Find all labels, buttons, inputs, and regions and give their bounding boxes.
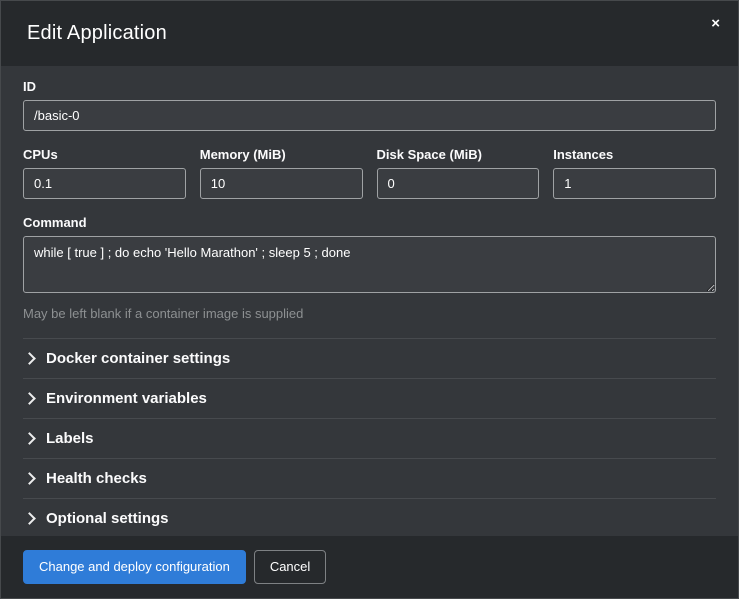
chevron-right-icon (23, 392, 36, 405)
command-help-text: May be left blank if a container image i… (23, 306, 716, 321)
section-optional-settings[interactable]: Optional settings (23, 498, 716, 536)
cpus-input[interactable] (23, 168, 186, 199)
section-label: Optional settings (46, 510, 169, 527)
cancel-button[interactable]: Cancel (254, 550, 326, 584)
memory-label: Memory (MiB) (200, 147, 363, 162)
disk-space-input[interactable] (377, 168, 540, 199)
id-label: ID (23, 79, 716, 94)
section-docker-container-settings[interactable]: Docker container settings (23, 338, 716, 378)
section-label: Health checks (46, 470, 147, 487)
modal-footer: Change and deploy configuration Cancel (1, 536, 738, 598)
section-label: Labels (46, 430, 94, 447)
change-and-deploy-button[interactable]: Change and deploy configuration (23, 550, 246, 584)
field-cpus: CPUs (23, 147, 186, 199)
cpus-label: CPUs (23, 147, 186, 162)
command-textarea[interactable]: while [ true ] ; do echo 'Hello Marathon… (23, 236, 716, 293)
field-instances: Instances (553, 147, 716, 199)
field-id: ID (23, 79, 716, 131)
section-label: Docker container settings (46, 350, 230, 367)
edit-application-modal: Edit Application × ID CPUs Memory (MiB) … (0, 0, 739, 599)
resources-row: CPUs Memory (MiB) Disk Space (MiB) Insta… (23, 147, 716, 199)
section-labels[interactable]: Labels (23, 418, 716, 458)
section-health-checks[interactable]: Health checks (23, 458, 716, 498)
instances-input[interactable] (553, 168, 716, 199)
field-command: Command while [ true ] ; do echo 'Hello … (23, 215, 716, 321)
chevron-right-icon (23, 352, 36, 365)
command-label: Command (23, 215, 716, 230)
id-input[interactable] (23, 100, 716, 131)
chevron-right-icon (23, 432, 36, 445)
modal-body: ID CPUs Memory (MiB) Disk Space (MiB) In… (1, 66, 738, 536)
section-label: Environment variables (46, 390, 207, 407)
section-environment-variables[interactable]: Environment variables (23, 378, 716, 418)
modal-title: Edit Application (27, 22, 167, 45)
chevron-right-icon (23, 472, 36, 485)
accordion-sections: Docker container settings Environment va… (23, 338, 716, 536)
field-disk-space: Disk Space (MiB) (377, 147, 540, 199)
memory-input[interactable] (200, 168, 363, 199)
disk-space-label: Disk Space (MiB) (377, 147, 540, 162)
chevron-right-icon (23, 512, 36, 525)
close-icon[interactable]: × (711, 16, 720, 31)
field-memory: Memory (MiB) (200, 147, 363, 199)
instances-label: Instances (553, 147, 716, 162)
modal-header: Edit Application × (1, 1, 738, 66)
